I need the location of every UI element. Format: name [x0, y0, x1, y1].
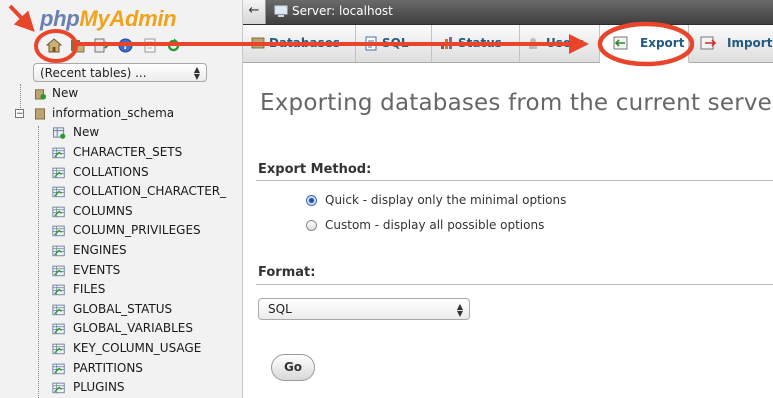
tree-item-database[interactable]: − information_schema: [0, 104, 240, 123]
tab-sql[interactable]: SQL: [356, 25, 432, 62]
tab-import[interactable]: Import: [689, 25, 773, 62]
recent-tables-value: (Recent tables) ...: [40, 66, 147, 80]
radio-label: Quick - display only the minimal options: [325, 193, 567, 207]
radio-custom[interactable]: Custom - display all possible options: [306, 218, 544, 232]
table-icon: [52, 206, 65, 217]
tree-item-label: GLOBAL_STATUS: [73, 301, 173, 316]
exit-icon[interactable]: [92, 36, 111, 55]
logo-text-myadmin: MyAdmin: [79, 6, 177, 31]
select-arrows-icon: ▲ ▼: [456, 302, 463, 318]
table-icon: [52, 147, 65, 159]
logo-text-php: php: [40, 6, 80, 31]
users-icon: [529, 38, 537, 49]
format-selected-value: SQL: [268, 302, 292, 316]
tree-item-label: COLUMN_PRIVILEGES: [73, 223, 201, 238]
tree-item-label: information_schema: [52, 106, 175, 120]
top-menu-tabs: Databases SQL Status Users Export Import: [243, 25, 773, 63]
tree-item-label: PLUGINS: [73, 380, 125, 395]
phpmyadmin-logo[interactable]: phpMyAdmin: [40, 6, 177, 32]
help-icon[interactable]: ?: [116, 36, 135, 55]
database-icon[interactable]: [68, 36, 87, 55]
sql-icon: [365, 36, 377, 51]
tree-item-label: PARTITIONS: [73, 360, 143, 375]
format-select[interactable]: SQL ▲ ▼: [258, 298, 470, 320]
table-icon: [52, 304, 65, 315]
tab-export[interactable]: Export: [600, 25, 689, 63]
import-icon: [700, 36, 716, 50]
radio-button[interactable]: [306, 220, 317, 231]
database-icon: [251, 37, 265, 49]
tree-item-label: New: [73, 125, 100, 139]
tab-label: Export: [640, 36, 685, 50]
tree-item-label: New: [52, 86, 79, 100]
recent-tables-select[interactable]: (Recent tables) ... ▲ ▼: [33, 63, 207, 82]
tree-connector: [38, 126, 39, 398]
table-icon: [52, 382, 65, 394]
export-icon: [613, 36, 628, 50]
svg-text:?: ?: [123, 41, 129, 52]
tree-item-label: COLLATION_CHARACTER_: [73, 184, 227, 199]
table-icon: [52, 265, 65, 276]
table-icon: [52, 186, 65, 198]
go-button[interactable]: Go: [271, 354, 315, 381]
tree-item-label: GLOBAL_VARIABLES: [73, 321, 193, 336]
tree-item-label: KEY_COLUMN_USAGE: [73, 341, 202, 355]
navigation-panel: phpMyAdmin ? (Recent tables) ... ▲▼ New: [0, 0, 243, 398]
reload-icon[interactable]: [164, 36, 183, 55]
new-database-icon: [34, 89, 47, 100]
table-icon: [52, 284, 65, 296]
tree-item-label: EVENTS: [73, 262, 121, 277]
select-arrows-icon: ▲ ▼: [193, 65, 200, 81]
tree-item-label: FILES: [73, 282, 106, 297]
tree-item-label: COLLATIONS: [73, 164, 149, 179]
table-icon: [52, 226, 65, 237]
tab-label: Databases: [269, 36, 341, 50]
new-table-icon: [52, 127, 66, 139]
radio-button-checked[interactable]: [306, 195, 317, 206]
table-icon: [52, 324, 65, 335]
docs-icon[interactable]: [140, 36, 159, 55]
format-heading: Format:: [258, 265, 316, 280]
database-icon: [34, 108, 46, 120]
tab-databases[interactable]: Databases: [243, 25, 356, 62]
radio-quick[interactable]: Quick - display only the minimal options: [306, 193, 566, 207]
tree-item-label: ENGINES: [73, 243, 127, 257]
server-breadcrumb[interactable]: Server: localhost: [292, 4, 393, 18]
table-icon: [52, 167, 65, 178]
server-breadcrumb-bar: ← Server: localhost: [243, 0, 773, 25]
tab-label: SQL: [382, 36, 409, 50]
tab-label: Status: [458, 36, 502, 50]
home-icon[interactable]: [44, 36, 63, 55]
status-icon: [441, 37, 452, 49]
collapse-icon[interactable]: −: [15, 109, 24, 119]
collapse-panel-button[interactable]: ←: [243, 0, 266, 24]
export-method-heading: Export Method:: [258, 162, 372, 177]
tab-label: Users: [546, 36, 585, 50]
table-icon: [52, 245, 65, 257]
tree-item-label: COLUMNS: [73, 203, 133, 218]
divider: [256, 180, 773, 181]
quick-icons-bar: ?: [44, 36, 188, 58]
tab-users[interactable]: Users: [520, 25, 600, 62]
tree-item-label: CHARACTER_SETS: [73, 145, 183, 159]
page-title: Exporting databases from the current ser…: [260, 90, 773, 116]
tab-status[interactable]: Status: [432, 25, 520, 62]
tab-label: Import: [727, 36, 773, 50]
server-icon: [274, 5, 288, 17]
radio-label: Custom - display all possible options: [325, 218, 545, 232]
divider: [256, 284, 773, 285]
table-icon: [52, 363, 65, 374]
table-icon: [52, 343, 65, 355]
